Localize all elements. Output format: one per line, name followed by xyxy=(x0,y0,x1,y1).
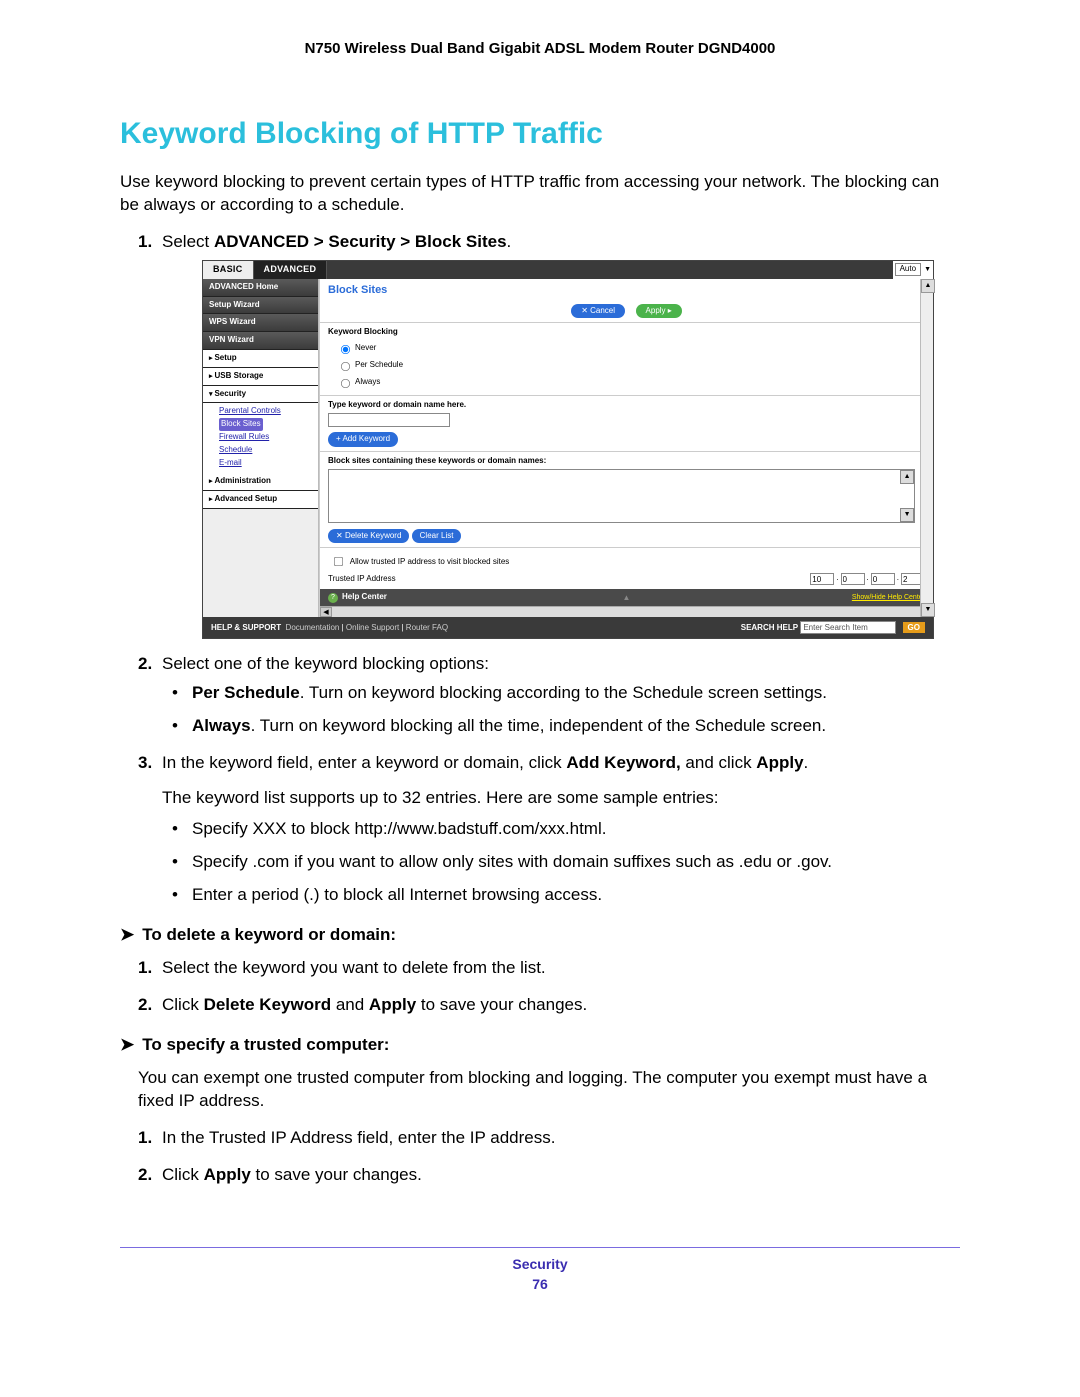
keyword-blocking-header: Keyword Blocking xyxy=(328,327,925,338)
delete-keyword-button[interactable]: Delete Keyword xyxy=(328,529,409,544)
nav-setup-wizard[interactable]: Setup Wizard xyxy=(203,297,318,315)
step-2: 2. Select one of the keyword blocking op… xyxy=(120,653,960,738)
router-footer: HELP & SUPPORT Documentation | Online Su… xyxy=(203,617,933,638)
auto-dropdown[interactable]: Auto xyxy=(895,263,921,276)
tab-advanced[interactable]: ADVANCED xyxy=(254,261,328,279)
step-1-bold: ADVANCED > Security > Block Sites xyxy=(214,232,507,251)
block-list-header: Block sites containing these keywords or… xyxy=(328,456,925,467)
trusted-ip-fields[interactable]: . . . xyxy=(810,573,925,585)
step-1-post: . xyxy=(507,232,512,251)
toggle-help-link[interactable]: Show/Hide Help Center xyxy=(852,593,925,602)
step-3-bullet-1: Specify XXX to block http://www.badstuff… xyxy=(162,818,960,841)
page-footer: Security 76 xyxy=(120,1256,960,1292)
footer-section: Security xyxy=(512,1256,567,1272)
list-scroll-up-icon[interactable]: ▲ xyxy=(900,470,914,484)
ip-octet-3[interactable] xyxy=(871,573,895,585)
help-center-bar[interactable]: ?Help Center ▲ Show/Hide Help Center xyxy=(320,589,933,606)
clear-list-button[interactable]: Clear List xyxy=(412,529,462,544)
task2-intro: You can exempt one trusted computer from… xyxy=(120,1067,960,1113)
nav-advanced-setup[interactable]: Advanced Setup xyxy=(203,491,318,509)
tab-basic[interactable]: BASIC xyxy=(203,261,254,279)
ip-octet-1[interactable] xyxy=(810,573,834,585)
step-1: 1. Select ADVANCED > Security > Block Si… xyxy=(120,231,960,640)
step-3-pre: In the keyword field, enter a keyword or… xyxy=(162,753,566,772)
sidebar: ADVANCED Home Setup Wizard WPS Wizard VP… xyxy=(203,279,319,618)
radio-per-schedule[interactable]: Per Schedule xyxy=(334,357,925,373)
footer-page-number: 76 xyxy=(120,1276,960,1292)
nav-setup[interactable]: Setup xyxy=(203,350,318,368)
step-3-bullet-3: Enter a period (.) to block all Internet… xyxy=(162,884,960,907)
router-screenshot: BASIC ADVANCED Auto ▼ ADVANCED Home Setu… xyxy=(202,260,934,640)
step-3-after: The keyword list supports up to 32 entri… xyxy=(162,787,960,810)
allow-trusted-checkbox[interactable]: Allow trusted IP address to visit blocke… xyxy=(328,557,509,566)
task1-step2: 2.Click Delete Keyword and Apply to save… xyxy=(120,994,960,1017)
footer-online-link[interactable]: Online Support xyxy=(346,623,399,632)
step-2-text: Select one of the keyword blocking optio… xyxy=(162,654,489,673)
help-support-label: HELP & SUPPORT xyxy=(211,623,281,632)
nav-vpn-wizard[interactable]: VPN Wizard xyxy=(203,332,318,350)
list-scroll-down-icon[interactable]: ▼ xyxy=(900,508,914,522)
main-panel: ▲▼ Block Sites Cancel Apply Keyword Bloc… xyxy=(319,279,933,618)
subnav-email[interactable]: E-mail xyxy=(219,457,318,470)
page-title: Block Sites xyxy=(320,279,933,302)
horizontal-scrollbar[interactable]: ◀▶ xyxy=(320,606,933,617)
nav-advanced-home[interactable]: ADVANCED Home xyxy=(203,279,318,297)
chevron-down-icon[interactable]: ▼ xyxy=(924,265,931,274)
search-help-label: SEARCH HELP xyxy=(741,623,798,632)
step-2-bullet-1: Per Schedule. Turn on keyword blocking a… xyxy=(162,682,960,705)
arrow-icon: ➤ xyxy=(120,1035,134,1055)
subnav-firewall[interactable]: Firewall Rules xyxy=(219,431,318,444)
radio-never[interactable]: Never xyxy=(334,340,925,356)
add-keyword-button[interactable]: Add Keyword xyxy=(328,432,398,447)
section-title: Keyword Blocking of HTTP Traffic xyxy=(120,117,960,151)
type-keyword-header: Type keyword or domain name here. xyxy=(328,400,925,411)
radio-always[interactable]: Always xyxy=(334,374,925,390)
task2-step1: 1.In the Trusted IP Address field, enter… xyxy=(120,1127,960,1150)
go-button[interactable]: GO xyxy=(903,622,925,633)
step-2-bullet-2: Always. Turn on keyword blocking all the… xyxy=(162,715,960,738)
subnav-parental[interactable]: Parental Controls xyxy=(219,405,318,418)
chevron-up-icon[interactable]: ▲ xyxy=(623,593,631,604)
step-1-pre: Select xyxy=(162,232,214,251)
task2-step2: 2.Click Apply to save your changes. xyxy=(120,1164,960,1187)
nav-wps-wizard[interactable]: WPS Wizard xyxy=(203,314,318,332)
intro-paragraph: Use keyword blocking to prevent certain … xyxy=(120,171,960,217)
cancel-button[interactable]: Cancel xyxy=(571,304,625,319)
apply-button[interactable]: Apply xyxy=(636,304,682,319)
arrow-icon: ➤ xyxy=(120,925,134,945)
help-icon: ? xyxy=(328,593,338,603)
task-delete-heading: ➤To delete a keyword or domain: xyxy=(120,925,960,945)
step-3-bullet-2: Specify .com if you want to allow only s… xyxy=(162,851,960,874)
nav-usb-storage[interactable]: USB Storage xyxy=(203,368,318,386)
nav-administration[interactable]: Administration xyxy=(203,473,318,491)
vertical-scrollbar[interactable]: ▲▼ xyxy=(920,279,933,618)
ip-octet-2[interactable] xyxy=(841,573,865,585)
task-trusted-heading: ➤To specify a trusted computer: xyxy=(120,1035,960,1055)
footer-doc-link[interactable]: Documentation xyxy=(286,623,340,632)
subnav-schedule[interactable]: Schedule xyxy=(219,444,318,457)
task1-step1: 1.Select the keyword you want to delete … xyxy=(120,957,960,980)
keyword-listbox[interactable]: ▲ ▼ xyxy=(328,469,915,523)
search-help-input[interactable] xyxy=(800,621,896,634)
step-3: 3. In the keyword field, enter a keyword… xyxy=(120,752,960,907)
trusted-ip-label: Trusted IP Address xyxy=(328,574,810,585)
doc-header: N750 Wireless Dual Band Gigabit ADSL Mod… xyxy=(120,40,960,57)
keyword-input[interactable] xyxy=(328,413,450,427)
subnav-block-sites[interactable]: Block Sites xyxy=(219,418,263,431)
footer-faq-link[interactable]: Router FAQ xyxy=(406,623,448,632)
nav-security[interactable]: Security xyxy=(203,386,318,404)
